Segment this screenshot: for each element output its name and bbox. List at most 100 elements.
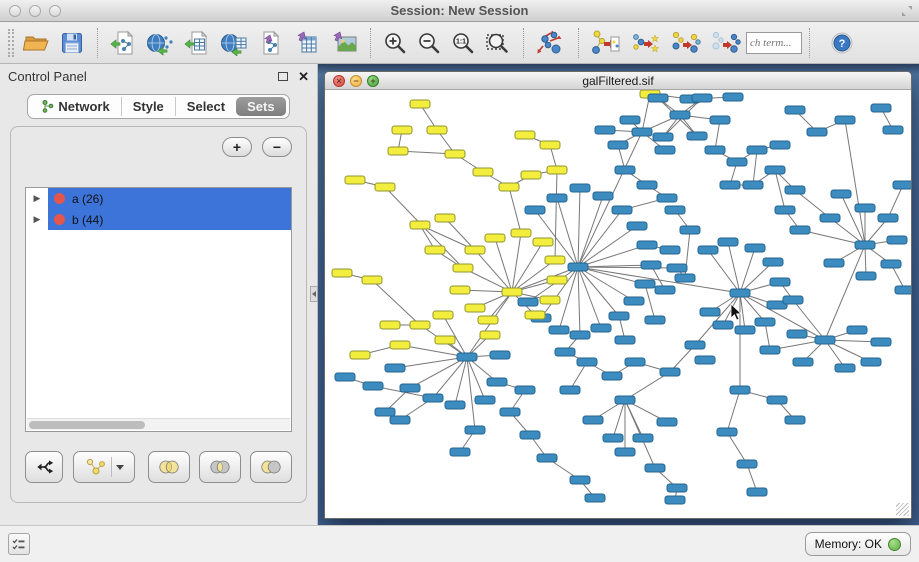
- minimize-window-button[interactable]: [29, 5, 41, 17]
- zoom-window-button[interactable]: [49, 5, 61, 17]
- set-color-icon: [54, 193, 65, 204]
- graph-node: [549, 326, 569, 334]
- graph-node: [380, 321, 400, 329]
- graph-node: [511, 229, 531, 237]
- union-sets-button[interactable]: [148, 451, 190, 483]
- graph-node: [635, 280, 655, 288]
- graph-node: [633, 434, 653, 442]
- graph-node: [445, 401, 465, 409]
- expander-icon[interactable]: ▶: [26, 193, 48, 204]
- close-window-button[interactable]: [9, 5, 21, 17]
- select-first-neighbors-button[interactable]: [666, 27, 706, 59]
- toolbar-grip[interactable]: [8, 29, 14, 57]
- network-canvas[interactable]: [325, 90, 911, 518]
- horizontal-scrollbar[interactable]: [27, 418, 290, 430]
- graph-node: [887, 236, 907, 244]
- set-row-a[interactable]: ▶ a (26): [26, 188, 291, 209]
- graph-node: [540, 141, 560, 149]
- graph-node: [410, 100, 430, 108]
- intersect-sets-button[interactable]: [199, 451, 241, 483]
- import-table-url-button[interactable]: [215, 28, 253, 58]
- graph-node: [700, 308, 720, 316]
- tab-network[interactable]: Network: [31, 97, 121, 116]
- zoom-out-icon: [417, 31, 441, 55]
- expander-icon[interactable]: ▶: [26, 214, 48, 225]
- export-network-button[interactable]: [253, 28, 289, 58]
- memory-status-button[interactable]: Memory: OK: [805, 532, 911, 556]
- graph-node: [615, 166, 635, 174]
- resize-grip-icon[interactable]: [896, 503, 909, 516]
- tab-style[interactable]: Style: [122, 97, 176, 116]
- graph-node: [745, 244, 765, 252]
- graph-node: [641, 261, 661, 269]
- graph-node: [332, 269, 352, 277]
- graph-node: [450, 286, 470, 294]
- zoom-fit-selected-button[interactable]: [480, 29, 516, 57]
- panel-splitter-handle[interactable]: [310, 286, 318, 302]
- toolbar-separator: [578, 28, 579, 58]
- remove-set-button[interactable]: −: [262, 137, 292, 157]
- zoom-in-button[interactable]: [378, 29, 412, 57]
- set-row-selection: a (26): [48, 188, 291, 209]
- graph-node: [785, 186, 805, 194]
- tab-sets[interactable]: Sets: [236, 97, 285, 116]
- tab-select[interactable]: Select: [176, 97, 236, 116]
- graph-node: [667, 264, 687, 272]
- task-history-button[interactable]: [8, 533, 30, 555]
- zoom-actual-size-button[interactable]: 1:1: [446, 29, 480, 57]
- zoom-ratio-label: 1:1: [456, 39, 466, 46]
- graph-node: [627, 222, 647, 230]
- select-from-file-button[interactable]: [626, 27, 666, 59]
- select-from-file-icon: [631, 29, 661, 57]
- new-network-from-selection-icon: [591, 29, 621, 57]
- network-graph[interactable]: [325, 90, 911, 518]
- set-row-b[interactable]: ▶ b (44): [26, 209, 291, 230]
- toolbar-separator: [809, 28, 810, 58]
- graph-node: [525, 206, 545, 214]
- apply-layout-button[interactable]: [531, 27, 571, 59]
- graph-node: [657, 418, 677, 426]
- import-network-file-button[interactable]: [105, 28, 141, 58]
- graph-node: [785, 106, 805, 114]
- graph-node: [793, 358, 813, 366]
- search-input[interactable]: [746, 32, 802, 54]
- add-set-button[interactable]: +: [222, 137, 252, 157]
- zoom-out-button[interactable]: [412, 29, 446, 57]
- dropdown-caret-icon[interactable]: [116, 465, 124, 470]
- network-frame[interactable]: × − + galFiltered.sif: [324, 71, 912, 519]
- help-icon: ?: [830, 31, 854, 55]
- graph-node: [423, 394, 443, 402]
- open-session-button[interactable]: [18, 28, 54, 58]
- hide-unselected-button[interactable]: [706, 27, 746, 59]
- graph-node: [718, 238, 738, 246]
- save-session-button[interactable]: [54, 28, 90, 58]
- close-panel-icon[interactable]: ✕: [298, 70, 309, 83]
- graph-node: [670, 111, 690, 119]
- graph-node: [435, 336, 455, 344]
- network-frame-title: galFiltered.sif: [325, 74, 911, 88]
- network-frame-titlebar[interactable]: × − + galFiltered.sif: [325, 72, 911, 90]
- graph-node: [570, 331, 590, 339]
- new-network-from-selection-button[interactable]: [586, 27, 626, 59]
- graph-node: [521, 171, 541, 179]
- task-list-icon: [12, 537, 26, 551]
- help-button[interactable]: ?: [825, 29, 859, 57]
- export-table-button[interactable]: [289, 28, 325, 58]
- float-panel-icon[interactable]: [278, 72, 288, 81]
- graph-node: [675, 274, 695, 282]
- graph-node: [645, 316, 665, 324]
- import-table-file-button[interactable]: [179, 28, 215, 58]
- fullscreen-icon[interactable]: [901, 5, 913, 17]
- split-set-button[interactable]: [25, 451, 63, 483]
- export-image-button[interactable]: [325, 28, 363, 58]
- scrollbar-thumb[interactable]: [29, 421, 145, 429]
- sets-panel: + − ▶ a (26) ▶ b: [10, 126, 307, 503]
- import-network-url-button[interactable]: [141, 28, 179, 58]
- graph-node: [723, 93, 743, 101]
- graph-node: [400, 384, 420, 392]
- difference-sets-button[interactable]: [250, 451, 292, 483]
- import-table-file-icon: [184, 30, 210, 56]
- create-set-from-network-button[interactable]: [73, 451, 135, 483]
- memory-ok-icon: [888, 538, 901, 551]
- graph-node: [593, 192, 613, 200]
